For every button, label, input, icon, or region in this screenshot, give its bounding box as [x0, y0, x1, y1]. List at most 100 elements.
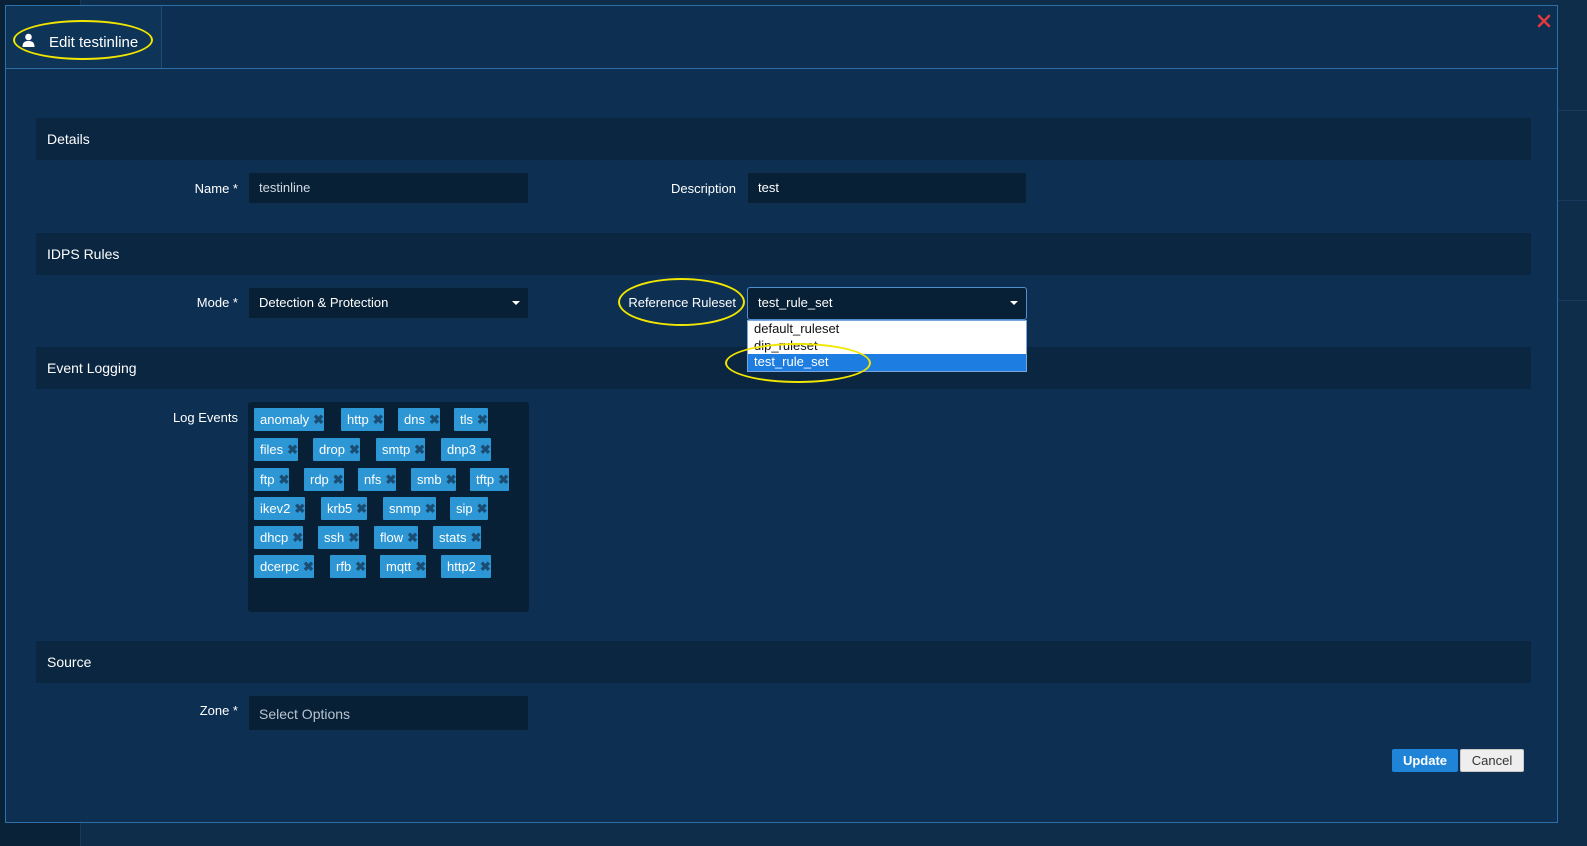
- remove-tag-icon[interactable]: ✖: [425, 497, 436, 520]
- tag-tftp: tftp ✖: [470, 468, 509, 491]
- log-events-multiselect[interactable]: anomaly ✖ http ✖ dns ✖ tls ✖ files ✖ drop ✖ sm…: [248, 402, 529, 612]
- tag-mqtt: mqtt ✖: [380, 555, 427, 578]
- log-events-label: Log Events: [172, 410, 238, 425]
- tag-dnp3: dnp3 ✖: [441, 438, 491, 461]
- tag-tls: tls ✖: [454, 408, 488, 431]
- remove-tag-icon[interactable]: ✖: [414, 438, 425, 461]
- remove-tag-icon[interactable]: ✖: [356, 497, 367, 520]
- name-field[interactable]: testinline: [248, 172, 529, 204]
- tag-krb5: krb5 ✖: [321, 497, 368, 520]
- modal-header: Edit testinline: [6, 6, 1557, 69]
- remove-tag-icon[interactable]: ✖: [333, 468, 344, 491]
- chevron-down-icon: [1010, 301, 1018, 305]
- tag-label: rfb: [336, 559, 352, 574]
- remove-tag-icon[interactable]: ✖: [292, 526, 303, 549]
- tag-label: dnp3: [447, 442, 476, 457]
- remove-tag-icon[interactable]: ✖: [407, 526, 418, 549]
- edit-profile-modal: Edit testinline Details Name * testinlin…: [5, 5, 1558, 823]
- reference-ruleset-select[interactable]: test_rule_set: [747, 287, 1027, 320]
- description-field[interactable]: test: [747, 172, 1027, 204]
- tag-ssh: ssh ✖: [318, 526, 360, 549]
- tag-http: http ✖: [341, 408, 384, 431]
- tag-label: ssh: [324, 530, 345, 545]
- tag-stats: stats ✖: [433, 526, 482, 549]
- tag-label: dhcp: [260, 530, 289, 545]
- tag-label: tls: [460, 412, 473, 427]
- remove-tag-icon[interactable]: ✖: [348, 526, 359, 549]
- description-label: Description: [670, 181, 736, 196]
- tag-rdp: rdp ✖: [304, 468, 344, 491]
- tag-label: anomaly: [260, 412, 310, 427]
- remove-tag-icon[interactable]: ✖: [278, 468, 289, 491]
- tag-dns: dns ✖: [398, 408, 440, 431]
- tag-label: sip: [456, 501, 473, 516]
- tag-label: ikev2: [260, 501, 291, 516]
- tag-label: flow: [380, 530, 404, 545]
- tag-label: nfs: [364, 472, 382, 487]
- update-button[interactable]: Update: [1392, 749, 1458, 772]
- ruleset-option-selected[interactable]: test_rule_set: [748, 354, 1026, 371]
- tag-smtp: smtp ✖: [376, 438, 426, 461]
- tag-label: krb5: [327, 501, 353, 516]
- close-icon[interactable]: [1537, 14, 1551, 28]
- remove-tag-icon[interactable]: ✖: [287, 438, 298, 461]
- reference-ruleset-dropdown: default_ruleset dip_ruleset test_rule_se…: [747, 320, 1027, 372]
- tag-files: files ✖: [254, 438, 299, 461]
- tag-snmp: snmp ✖: [383, 497, 436, 520]
- remove-tag-icon[interactable]: ✖: [480, 438, 491, 461]
- tag-label: tftp: [476, 472, 495, 487]
- tag-dcerpc: dcerpc ✖: [254, 555, 314, 578]
- mode-select[interactable]: Detection & Protection: [248, 287, 529, 319]
- remove-tag-icon[interactable]: ✖: [355, 555, 366, 578]
- cancel-button[interactable]: Cancel: [1460, 749, 1524, 772]
- chevron-down-icon: [512, 301, 520, 305]
- tag-label: dns: [404, 412, 425, 427]
- remove-tag-icon[interactable]: ✖: [373, 408, 384, 431]
- zone-label: Zone *: [199, 703, 238, 718]
- zone-multiselect[interactable]: Select Options: [248, 695, 529, 731]
- modal-title-tab: Edit testinline: [6, 6, 162, 68]
- remove-tag-icon[interactable]: ✖: [470, 526, 481, 549]
- mode-value: Detection & Protection: [259, 295, 389, 310]
- tag-anomaly: anomaly ✖: [254, 408, 325, 431]
- section-details: Details: [36, 118, 1531, 160]
- ruleset-option[interactable]: default_ruleset: [748, 321, 1026, 338]
- remove-tag-icon[interactable]: ✖: [477, 408, 488, 431]
- tag-ikev2: ikev2 ✖: [254, 497, 306, 520]
- remove-tag-icon[interactable]: ✖: [303, 555, 314, 578]
- tag-label: snmp: [389, 501, 421, 516]
- name-label: Name *: [194, 181, 238, 196]
- tag-dhcp: dhcp ✖: [254, 526, 304, 549]
- mode-label: Mode *: [196, 295, 238, 310]
- remove-tag-icon[interactable]: ✖: [294, 497, 305, 520]
- tag-label: http2: [447, 559, 476, 574]
- tag-label: ftp: [260, 472, 275, 487]
- tag-flow: flow ✖: [374, 526, 419, 549]
- user-icon: [22, 33, 35, 47]
- remove-tag-icon[interactable]: ✖: [480, 555, 491, 578]
- ruleset-value: test_rule_set: [758, 295, 833, 310]
- remove-tag-icon[interactable]: ✖: [385, 468, 396, 491]
- section-title: IDPS Rules: [47, 246, 120, 262]
- tag-label: stats: [439, 530, 467, 545]
- section-title: Event Logging: [47, 360, 137, 376]
- tag-nfs: nfs ✖: [358, 468, 397, 491]
- reference-ruleset-label: Reference Ruleset: [628, 295, 736, 310]
- tag-http2: http2 ✖: [441, 555, 491, 578]
- tag-label: dcerpc: [260, 559, 300, 574]
- tag-label: http: [347, 412, 369, 427]
- section-source: Source: [36, 641, 1531, 683]
- tag-ftp: ftp ✖: [254, 468, 290, 491]
- remove-tag-icon[interactable]: ✖: [498, 468, 509, 491]
- tag-label: files: [260, 442, 284, 457]
- remove-tag-icon[interactable]: ✖: [429, 408, 440, 431]
- remove-tag-icon[interactable]: ✖: [313, 408, 324, 431]
- tag-drop: drop ✖: [313, 438, 360, 461]
- remove-tag-icon[interactable]: ✖: [349, 438, 360, 461]
- remove-tag-icon[interactable]: ✖: [477, 497, 488, 520]
- tag-label: smb: [417, 472, 442, 487]
- ruleset-option[interactable]: dip_ruleset: [748, 338, 1026, 355]
- tag-rfb: rfb ✖: [330, 555, 367, 578]
- remove-tag-icon[interactable]: ✖: [446, 468, 457, 491]
- remove-tag-icon[interactable]: ✖: [415, 555, 426, 578]
